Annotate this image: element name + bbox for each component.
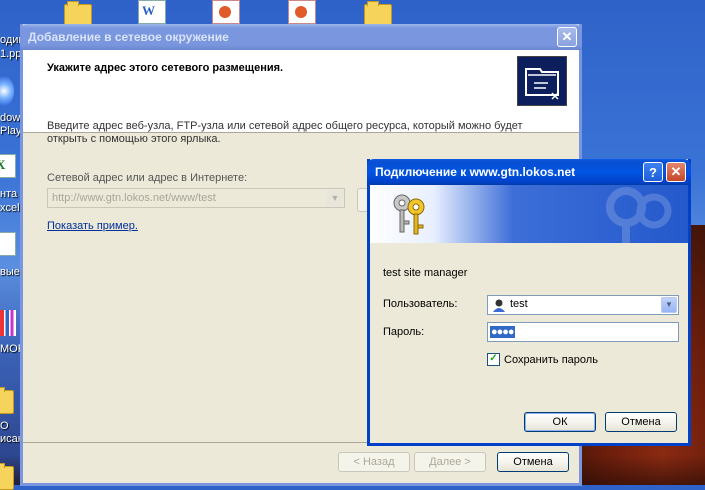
media-player-icon[interactable] <box>0 76 14 106</box>
address-label: Сетевой адрес или адрес в Интернете: <box>47 172 248 184</box>
help-icon[interactable]: ? <box>643 162 663 182</box>
keys-icon <box>388 191 432 237</box>
desktop-icon-label[interactable]: нта <box>0 188 17 200</box>
document-icon[interactable] <box>0 232 16 256</box>
show-example-link[interactable]: Показать пример. <box>47 220 138 232</box>
wizard-heading: Укажите адрес этого сетевого размещения. <box>47 62 284 74</box>
user-value: test <box>510 298 528 310</box>
desktop-icon-label[interactable]: О <box>0 420 9 432</box>
password-mask: ●●●● <box>490 326 515 338</box>
desktop-icon-label[interactable]: вые <box>0 266 20 278</box>
password-label: Пароль: <box>383 326 425 338</box>
folder-icon[interactable] <box>0 463 14 490</box>
next-button[interactable]: Далее > <box>414 452 486 472</box>
chevron-down-icon[interactable]: ▼ <box>661 297 677 313</box>
dialog-title: Подключение к www.gtn.lokos.net <box>375 165 576 179</box>
address-combobox[interactable]: http://www.gtn.lokos.net/www/test ▼ <box>47 188 345 208</box>
save-password-checkbox[interactable]: ✓ Сохранить пароль <box>487 353 598 366</box>
cancel-button[interactable]: Отмена <box>497 452 569 472</box>
realm-text: test site manager <box>383 267 468 279</box>
connect-dialog: Подключение к www.gtn.lokos.net ? ✕ test… <box>367 159 691 446</box>
user-combobox[interactable]: test ▼ <box>487 295 679 315</box>
powerpoint-icon[interactable] <box>288 0 316 24</box>
back-button[interactable]: < Назад <box>338 452 410 472</box>
user-label: Пользователь: <box>383 298 458 310</box>
desktop-icon-label[interactable]: Play <box>0 125 21 137</box>
wizard-title: Добавление в сетевое окружение <box>28 30 229 44</box>
wizard-description: Введите адрес веб-узла, FTP-узла или сет… <box>47 120 523 145</box>
ok-button[interactable]: ОК <box>524 412 596 432</box>
wizard-titlebar[interactable]: Добавление в сетевое окружение ✕ <box>20 24 582 50</box>
dialog-banner <box>370 185 688 243</box>
address-value: http://www.gtn.lokos.net/www/test <box>52 192 216 204</box>
dialog-cancel-button[interactable]: Отмена <box>605 412 677 432</box>
folder-icon[interactable] <box>0 387 14 414</box>
chevron-down-icon: ▼ <box>327 190 343 206</box>
chart-app-icon[interactable] <box>0 310 16 336</box>
powerpoint-icon[interactable] <box>212 0 240 24</box>
dialog-titlebar[interactable]: Подключение к www.gtn.lokos.net ? ✕ <box>367 159 691 185</box>
keys-watermark-icon <box>596 187 676 243</box>
password-field[interactable]: ●●●● <box>487 322 679 342</box>
save-password-label: Сохранить пароль <box>504 353 598 366</box>
close-icon[interactable]: ✕ <box>557 27 577 47</box>
checkmark-icon: ✓ <box>487 353 500 366</box>
user-icon <box>492 298 506 312</box>
close-icon[interactable]: ✕ <box>666 162 686 182</box>
word-document-icon[interactable]: W <box>138 0 166 24</box>
network-folder-icon <box>517 56 567 106</box>
excel-icon[interactable]: X <box>0 154 16 178</box>
